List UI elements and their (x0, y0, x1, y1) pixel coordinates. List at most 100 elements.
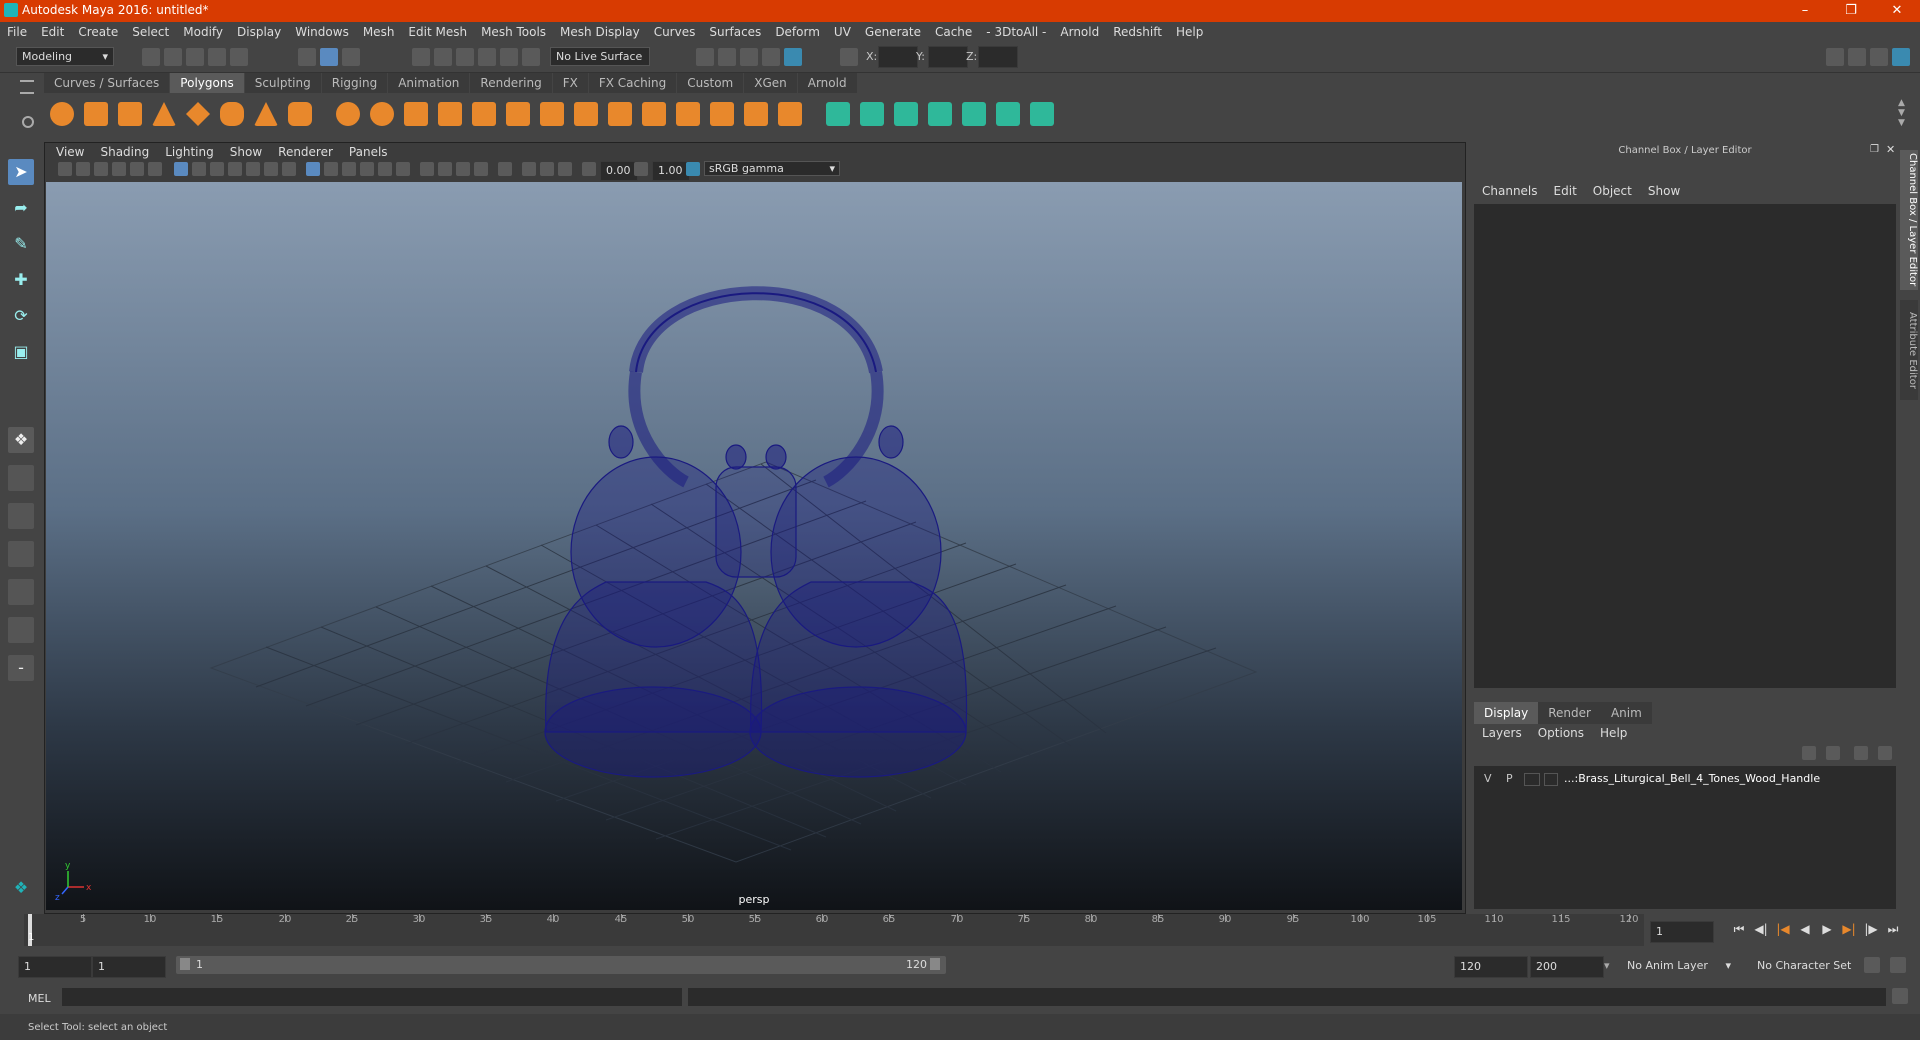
bridge-icon[interactable] (540, 102, 564, 126)
color-management-icon[interactable] (686, 162, 700, 176)
close-button[interactable]: ✕ (1874, 0, 1920, 22)
maya-home-icon[interactable]: ❖ (8, 875, 34, 901)
range-slider-bar[interactable]: 1 120 (176, 956, 946, 974)
shelf-tab-polygons[interactable]: Polygons (170, 73, 244, 93)
image-plane-icon[interactable] (112, 162, 126, 176)
select-component-icon[interactable] (342, 48, 360, 66)
new-scene-icon[interactable] (142, 48, 160, 66)
shelf-tab-arnold[interactable]: Arnold (797, 73, 857, 93)
rotate-tool-icon[interactable]: ⟳ (8, 303, 34, 329)
append-polygon-icon[interactable] (778, 102, 802, 126)
open-scene-icon[interactable] (164, 48, 182, 66)
step-forward-key-icon[interactable]: ▶| (1840, 922, 1858, 940)
vp-menu-view[interactable]: View (48, 143, 92, 161)
select-hierarchy-icon[interactable] (298, 48, 316, 66)
menu-help[interactable]: Help (1169, 22, 1210, 42)
command-input[interactable] (62, 988, 682, 1006)
camera-icon[interactable] (58, 162, 72, 176)
snap-surface-icon[interactable] (500, 48, 518, 66)
shelf-tab-fx-caching[interactable]: FX Caching (588, 73, 677, 93)
new-empty-layer-icon[interactable] (1854, 746, 1868, 760)
screen-space-ao-icon[interactable] (420, 162, 434, 176)
shelf-tab-curves-surfaces[interactable]: Curves / Surfaces (44, 73, 170, 93)
gamma-field[interactable]: 1.00 (652, 161, 690, 181)
menu-mesh[interactable]: Mesh (356, 22, 402, 42)
menu-redshift[interactable]: Redshift (1106, 22, 1169, 42)
automatic-uv-icon[interactable] (928, 102, 952, 126)
isolate-select-icon[interactable] (498, 162, 512, 176)
shelf-tab-xgen[interactable]: XGen (744, 73, 797, 93)
auto-key-icon[interactable] (1864, 957, 1880, 973)
move-layer-up-icon[interactable] (1802, 746, 1816, 760)
playback-end-field[interactable]: 120 (1454, 956, 1528, 978)
select-tool-icon[interactable]: ➤ (8, 159, 34, 185)
layer-display-type[interactable] (1524, 773, 1540, 786)
poly-plane-icon[interactable] (186, 102, 210, 126)
layer-menu-help[interactable]: Help (1592, 724, 1635, 742)
vp-menu-renderer[interactable]: Renderer (270, 143, 341, 161)
menu-select[interactable]: Select (125, 22, 176, 42)
persp-outliner-layout-icon[interactable] (8, 579, 34, 605)
shelf-settings-icon[interactable] (22, 116, 34, 128)
snap-point-icon[interactable] (456, 48, 474, 66)
range-end-handle[interactable] (930, 958, 940, 970)
cylindrical-uv-icon[interactable] (860, 102, 884, 126)
shelf-tab-fx[interactable]: FX (552, 73, 588, 93)
toggle-attribute-editor-icon[interactable] (1848, 48, 1866, 66)
outliner-layout-icon[interactable] (8, 617, 34, 643)
menu-modify[interactable]: Modify (176, 22, 230, 42)
perspective-viewport[interactable]: x y z persp (46, 182, 1462, 910)
hypershade-icon[interactable] (784, 48, 802, 66)
go-to-start-icon[interactable]: ⏮ (1730, 922, 1748, 940)
paint-select-tool-icon[interactable]: ✎ (8, 231, 34, 257)
menu-surfaces[interactable]: Surfaces (702, 22, 768, 42)
fill-hole-icon[interactable] (744, 102, 768, 126)
step-back-frame-icon[interactable]: ◀| (1752, 922, 1770, 940)
new-layer-selected-icon[interactable] (1878, 746, 1892, 760)
step-forward-frame-icon[interactable]: |▶ (1862, 922, 1880, 940)
mode-dropdown[interactable]: Modeling ▾ (16, 47, 114, 66)
character-set-dropdown[interactable]: No Character Set (1752, 956, 1872, 976)
poly-torus-icon[interactable] (220, 102, 244, 126)
menu-mesh-tools[interactable]: Mesh Tools (474, 22, 553, 42)
smooth-shade-icon[interactable] (324, 162, 338, 176)
animation-start-field[interactable]: 1 (18, 956, 92, 978)
snap-view-icon[interactable] (478, 48, 496, 66)
target-weld-icon[interactable] (676, 102, 700, 126)
animation-end-field[interactable]: 200 (1530, 956, 1604, 978)
grid-toggle-icon[interactable] (174, 162, 188, 176)
snap-curve-icon[interactable] (434, 48, 452, 66)
grease-pencil-icon[interactable] (148, 162, 162, 176)
close-panel-icon[interactable]: ✕ (1886, 143, 1895, 156)
xray-icon[interactable] (522, 162, 536, 176)
anim-layer-dropdown[interactable]: No Anim Layer ▾ (1622, 956, 1736, 976)
anti-aliasing-icon[interactable] (456, 162, 470, 176)
poly-cylinder-icon[interactable] (118, 102, 142, 126)
shelf-tab-sculpting[interactable]: Sculpting (244, 73, 321, 93)
step-back-key-icon[interactable]: |◀ (1774, 922, 1792, 940)
menu-create[interactable]: Create (71, 22, 125, 42)
shelf-scroll-icon[interactable]: ▲ ▼ ▼ (1898, 98, 1905, 128)
float-panel-icon[interactable]: ❐ (1870, 144, 1879, 155)
mirror-icon[interactable] (472, 102, 496, 126)
smooth-icon[interactable] (404, 102, 428, 126)
cb-menu-edit[interactable]: Edit (1546, 182, 1585, 200)
checker-uv-icon[interactable] (996, 102, 1020, 126)
spherical-uv-icon[interactable] (894, 102, 918, 126)
layer-color-swatch[interactable] (1544, 773, 1558, 786)
field-chart-icon[interactable] (246, 162, 260, 176)
y-field[interactable] (928, 46, 968, 68)
boolean-icon[interactable] (438, 102, 462, 126)
bookmark-icon[interactable] (94, 162, 108, 176)
side-tab-channel-box[interactable]: Channel Box / Layer Editor (1900, 150, 1918, 290)
menu-generate[interactable]: Generate (858, 22, 928, 42)
minimize-button[interactable]: – (1782, 0, 1828, 22)
shelf-tab-rendering[interactable]: Rendering (470, 73, 552, 93)
poly-pyramid-icon[interactable] (254, 102, 278, 126)
toggle-channel-box-icon[interactable] (1892, 48, 1910, 66)
multi-cut-icon[interactable] (642, 102, 666, 126)
menu-uv[interactable]: UV (827, 22, 858, 42)
menu-curves[interactable]: Curves (647, 22, 703, 42)
snap-grid-icon[interactable] (412, 48, 430, 66)
render-view-icon[interactable] (696, 48, 714, 66)
